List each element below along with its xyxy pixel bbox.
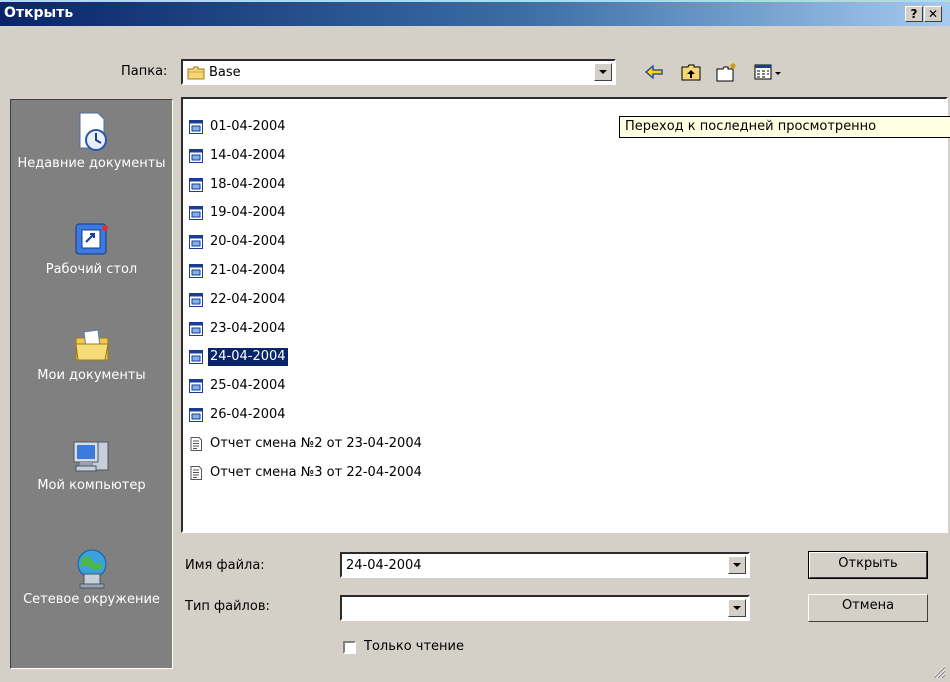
folder-icon xyxy=(187,66,205,79)
filetype-dropdown-arrow[interactable] xyxy=(728,599,746,617)
place-label: Недавние документы xyxy=(17,156,166,171)
list-item[interactable]: 23-04-2004 xyxy=(188,319,288,339)
list-item[interactable]: 25-04-2004 xyxy=(188,376,288,396)
database-file-icon xyxy=(188,177,204,193)
folder-label: Папка: xyxy=(121,64,168,79)
readonly-label: Только чтение xyxy=(364,639,465,654)
file-name: 22-04-2004 xyxy=(210,291,286,307)
file-name: 25-04-2004 xyxy=(210,378,286,394)
place-desktop[interactable]: Рабочий стол xyxy=(11,220,172,278)
desktop-icon xyxy=(75,223,108,255)
text-file-icon xyxy=(188,436,204,452)
file-name: 01-04-2004 xyxy=(210,119,286,134)
place-recent[interactable]: Недавние документы xyxy=(11,110,172,172)
file-name: 26-04-2004 xyxy=(210,407,286,422)
database-file-icon xyxy=(188,148,204,164)
chevron-down-icon xyxy=(733,606,741,610)
file-name: 18-04-2004 xyxy=(210,176,286,192)
filename-input[interactable]: 24-04-2004 xyxy=(346,558,422,573)
file-name: Отчет смена №3 от 22-04-2004 xyxy=(210,464,422,480)
cancel-button-label: Отмена xyxy=(841,598,895,613)
list-item[interactable]: 20-04-2004 xyxy=(188,232,288,252)
file-name: 20-04-2004 xyxy=(210,234,286,250)
recent-documents-icon xyxy=(79,112,107,151)
file-name: 14-04-2004 xyxy=(210,147,286,163)
file-list[interactable]: 01-04-2004 14-04-2004 18-04-2004 19-04-2004… xyxy=(181,97,948,533)
close-icon: ✕ xyxy=(927,7,939,21)
list-item[interactable]: Отчет смена №2 от 23-04-2004 xyxy=(188,434,424,454)
database-file-icon xyxy=(188,205,204,221)
folder-selected: Base xyxy=(187,65,241,80)
list-item[interactable]: Отчет смена №3 от 22-04-2004 xyxy=(188,463,424,483)
list-item[interactable]: 24-04-2004 xyxy=(188,347,288,367)
network-icon xyxy=(77,549,106,589)
filetype-label: Тип файлов: xyxy=(185,599,270,614)
new-folder-icon[interactable] xyxy=(715,61,739,83)
filename-dropdown-arrow[interactable] xyxy=(728,556,746,574)
readonly-checkbox[interactable] xyxy=(343,641,356,654)
my-documents-icon xyxy=(74,329,109,361)
database-file-icon xyxy=(188,234,204,250)
close-button[interactable]: ✕ xyxy=(924,6,942,22)
view-menu-icon[interactable] xyxy=(752,61,784,83)
database-file-icon xyxy=(188,292,204,308)
resize-grip-icon[interactable] xyxy=(930,663,946,679)
list-item[interactable]: 18-04-2004 xyxy=(188,175,288,195)
help-button[interactable]: ? xyxy=(905,6,923,22)
help-icon: ? xyxy=(910,7,918,21)
chevron-down-icon xyxy=(599,70,607,74)
folder-dropdown[interactable]: Base xyxy=(181,59,616,85)
place-label: Рабочий стол xyxy=(45,262,138,277)
text-file-icon xyxy=(188,465,204,481)
window-title: Открыть xyxy=(4,5,74,21)
place-network[interactable]: Сетевое окружение xyxy=(11,546,172,608)
file-name: Отчет смена №2 от 23-04-2004 xyxy=(210,435,422,451)
database-file-icon xyxy=(188,407,204,423)
file-name: 24-04-2004 xyxy=(208,348,288,367)
list-item[interactable]: 26-04-2004 xyxy=(188,405,288,425)
back-icon[interactable] xyxy=(642,61,666,83)
places-bar: Недавние документы Рабочий стол Мои доку… xyxy=(10,99,173,669)
title-bar[interactable]: Открыть ? ✕ xyxy=(0,2,950,26)
list-item[interactable]: 21-04-2004 xyxy=(188,261,288,281)
database-file-icon xyxy=(188,321,204,337)
folder-name: Base xyxy=(209,65,241,80)
place-my-documents[interactable]: Мои документы xyxy=(11,326,172,384)
chevron-down-icon xyxy=(733,563,741,567)
list-item[interactable]: 22-04-2004 xyxy=(188,290,288,310)
up-folder-icon[interactable] xyxy=(679,61,703,83)
tooltip: Переход к последней просмотренно xyxy=(619,116,950,138)
place-label: Мои документы xyxy=(37,368,146,383)
my-computer-icon xyxy=(73,441,108,472)
filetype-combo[interactable] xyxy=(340,595,750,621)
place-my-computer[interactable]: Мой компьютер xyxy=(11,436,172,494)
database-file-icon xyxy=(188,378,204,394)
list-item[interactable]: 01-04-2004 xyxy=(188,117,288,137)
file-name: 21-04-2004 xyxy=(210,263,286,278)
list-item[interactable]: 19-04-2004 xyxy=(188,203,288,223)
filename-combo[interactable]: 24-04-2004 xyxy=(340,552,750,578)
open-file-dialog: Открыть ? ✕ Папка: Base Недавние докумен… xyxy=(0,0,950,682)
list-item[interactable]: 14-04-2004 xyxy=(188,146,288,166)
folder-dropdown-arrow[interactable] xyxy=(594,63,612,81)
open-button[interactable]: Открыть xyxy=(808,551,928,579)
database-file-icon xyxy=(188,349,204,365)
filename-label: Имя файла: xyxy=(185,558,265,573)
open-button-label: Открыть xyxy=(838,556,898,571)
file-name: 23-04-2004 xyxy=(210,320,286,336)
file-name: 19-04-2004 xyxy=(210,205,286,221)
place-label: Мой компьютер xyxy=(37,478,146,493)
place-label: Сетевое окружение xyxy=(23,592,160,607)
database-file-icon xyxy=(188,263,204,279)
database-file-icon xyxy=(188,119,204,135)
cancel-button[interactable]: Отмена xyxy=(808,594,928,622)
